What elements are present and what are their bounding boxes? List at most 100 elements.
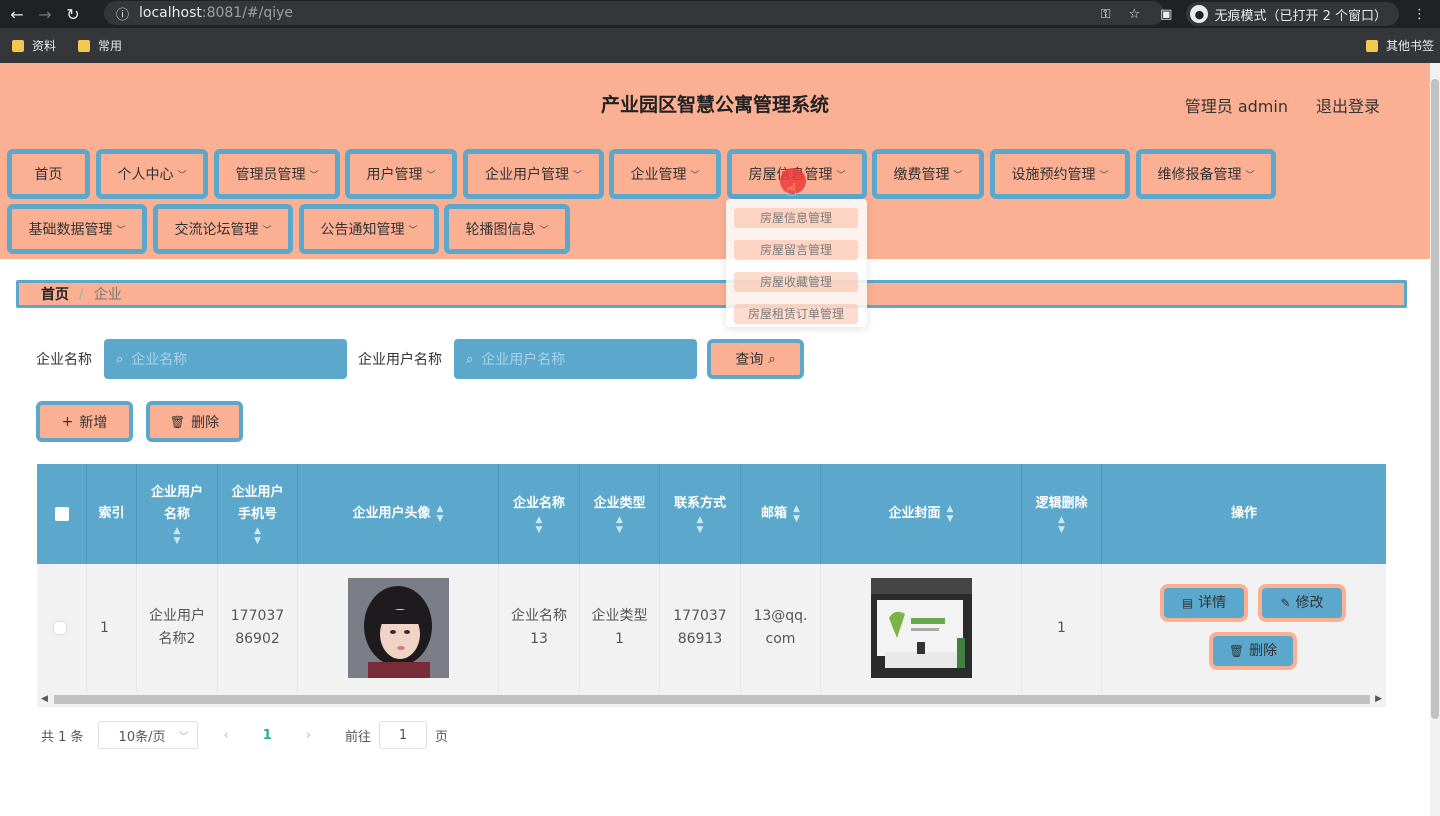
nav-item-notice[interactable]: 公告通知管理 ﹀ [299, 204, 439, 254]
nav-item-admin[interactable]: 管理员管理 ﹀ [214, 149, 340, 199]
detail-button[interactable]: ▤ 详情 [1160, 584, 1248, 622]
add-button[interactable]: + 新增 [36, 401, 133, 442]
header-label: 操作 [1230, 506, 1257, 521]
query-label: 查询 [735, 352, 764, 368]
goto-suffix: 页 [435, 729, 449, 745]
row-delete-button[interactable]: 🗑 删除 [1209, 632, 1297, 670]
scroll-thumb[interactable] [54, 695, 1370, 704]
bookmark-folder[interactable]: 资料 [12, 37, 56, 54]
other-bookmarks[interactable]: 其他书签 [1365, 37, 1434, 54]
star-icon[interactable]: ☆ [1129, 7, 1141, 22]
sort-icon[interactable]: ▲ ▼ [793, 504, 800, 524]
sort-icon[interactable]: ▲ ▼ [437, 504, 444, 524]
cell-company-name: 企业名称13 [499, 564, 580, 692]
edit-label: 修改 [1295, 594, 1324, 611]
goto-page-input[interactable]: 1 [379, 721, 428, 749]
nav-item-profile[interactable]: 个人中心 ﹀ [96, 149, 208, 199]
header-select-all [37, 464, 87, 564]
header-label: 逻辑删除 [1035, 496, 1088, 511]
query-button[interactable]: 查询 ⌕ [707, 339, 804, 379]
dropdown-item-housing-info[interactable]: 房屋信息管理 [734, 208, 858, 228]
page-size-select[interactable]: 10条/页 ﹀ [97, 721, 198, 749]
nav-label: 基础数据管理 [28, 222, 113, 238]
nav-label: 维修报备管理 [1157, 167, 1242, 183]
delete-button[interactable]: 🗑 删除 [146, 401, 243, 442]
cell-text: 企业用户名称2 [149, 608, 205, 647]
header-company-name[interactable]: 企业名称 ▲ ▼ [499, 464, 580, 564]
header-label: 企业用户手机号 [231, 485, 284, 522]
incognito-icon: ● [1190, 5, 1209, 23]
address-bar[interactable]: ⓘ localhost:8081/#/qiye [104, 1, 1164, 25]
chevron-down-icon: ﹀ [177, 170, 187, 181]
nav-item-facility[interactable]: 设施预约管理 ﹀ [990, 149, 1130, 199]
search-form: 企业名称 ⌕ 企业名称 企业用户名称 ⌕ 企业用户名称 查询 ⌕ [36, 339, 804, 379]
header-cover[interactable]: 企业封面 ▲ ▼ [821, 464, 1022, 564]
nav-label: 首页 [34, 167, 63, 183]
cell-text: 企业类型1 [591, 608, 648, 647]
info-icon: ⓘ [116, 7, 130, 23]
url-host: localhost [139, 5, 202, 21]
page-number[interactable]: 1 [263, 728, 272, 743]
nav-item-company[interactable]: 企业管理 ﹀ [609, 149, 721, 199]
header-label: 企业用户头像 [352, 506, 431, 521]
header-email[interactable]: 邮箱 ▲ ▼ [741, 464, 821, 564]
sort-icon[interactable]: ▲ ▼ [536, 515, 543, 535]
back-icon[interactable]: ← [6, 3, 28, 25]
row-checkbox[interactable] [53, 621, 67, 635]
sidepanel-icon[interactable]: ▣ [1160, 7, 1172, 22]
prev-page-icon[interactable]: ‹ [224, 728, 229, 743]
bookmark-folder[interactable]: 常用 [78, 37, 122, 54]
sort-icon[interactable]: ▲ ▼ [697, 515, 704, 535]
scroll-left-icon[interactable]: ◀ [41, 694, 48, 704]
nav-item-repair[interactable]: 维修报备管理 ﹀ [1136, 149, 1276, 199]
menu-icon[interactable]: ⋮ [1413, 7, 1426, 22]
nav-item-basedata[interactable]: 基础数据管理 ﹀ [7, 204, 147, 254]
cover-image[interactable] [870, 578, 972, 678]
cell-ops: ▤ 详情 ✎ 修改 🗑 删除 [1102, 564, 1386, 692]
select-all-checkbox[interactable] [54, 507, 69, 521]
header-contact[interactable]: 联系方式 ▲ ▼ [660, 464, 741, 564]
header-user-name[interactable]: 企业用户名称 ▲ ▼ [137, 464, 218, 564]
table-scrollbar[interactable]: ◀ ▶ [37, 692, 1386, 707]
edit-button[interactable]: ✎ 修改 [1258, 584, 1346, 622]
logout-link[interactable]: 退出登录 [1316, 93, 1380, 117]
bookmark-label: 资料 [32, 39, 57, 53]
cell-user-name: 企业用户名称2 [137, 564, 218, 692]
header-avatar[interactable]: 企业用户头像 ▲ ▼ [298, 464, 499, 564]
company-user-input[interactable]: ⌕ 企业用户名称 [454, 339, 697, 379]
dropdown-item-housing-messages[interactable]: 房屋留言管理 [734, 240, 858, 260]
user-name: 管理员 admin [1184, 97, 1288, 116]
nav-item-forum[interactable]: 交流论坛管理 ﹀ [153, 204, 293, 254]
breadcrumb-home[interactable]: 首页 [41, 284, 69, 304]
header-company-type[interactable]: 企业类型 ▲ ▼ [580, 464, 660, 564]
trash-icon: 🗑 [169, 414, 186, 429]
page-scroll-thumb[interactable] [1431, 79, 1439, 719]
nav-label: 公告通知管理 [320, 222, 405, 238]
sort-icon[interactable]: ▲ ▼ [174, 526, 181, 546]
scroll-right-icon[interactable]: ▶ [1375, 694, 1382, 704]
header-phone[interactable]: 企业用户手机号 ▲ ▼ [218, 464, 298, 564]
nav-label: 缴费管理 [893, 167, 950, 183]
nav-item-payment[interactable]: 缴费管理 ﹀ [872, 149, 984, 199]
forward-icon[interactable]: → [34, 3, 56, 25]
company-name-input[interactable]: ⌕ 企业名称 [104, 339, 347, 379]
incognito-badge[interactable]: ● 无痕模式（已打开 2 个窗口） [1186, 2, 1399, 26]
sort-icon[interactable]: ▲ ▼ [1058, 515, 1065, 535]
sort-icon[interactable]: ▲ ▼ [254, 526, 261, 546]
next-page-icon[interactable]: › [306, 728, 311, 743]
key-icon[interactable]: ⚿ [1101, 7, 1111, 22]
nav-item-carousel[interactable]: 轮播图信息 ﹀ [444, 204, 570, 254]
dropdown-item-housing-orders[interactable]: 房屋租赁订单管理 [734, 304, 858, 324]
pager-total: 共 1 条 [41, 729, 84, 745]
avatar-image[interactable] [347, 578, 449, 678]
sort-icon[interactable]: ▲ ▼ [616, 515, 623, 535]
sort-icon[interactable]: ▲ ▼ [947, 504, 954, 524]
nav-item-home[interactable]: 首页 [7, 149, 90, 199]
reload-icon[interactable]: ↻ [62, 3, 84, 25]
nav-item-company-users[interactable]: 企业用户管理 ﹀ [463, 149, 604, 199]
header-logic-delete[interactable]: 逻辑删除 ▲ ▼ [1022, 464, 1102, 564]
nav-item-users[interactable]: 用户管理 ﹀ [345, 149, 457, 199]
chevron-down-icon: ﹀ [539, 225, 549, 236]
dropdown-item-housing-favorites[interactable]: 房屋收藏管理 [734, 272, 858, 292]
page-scrollbar[interactable] [1430, 63, 1440, 816]
